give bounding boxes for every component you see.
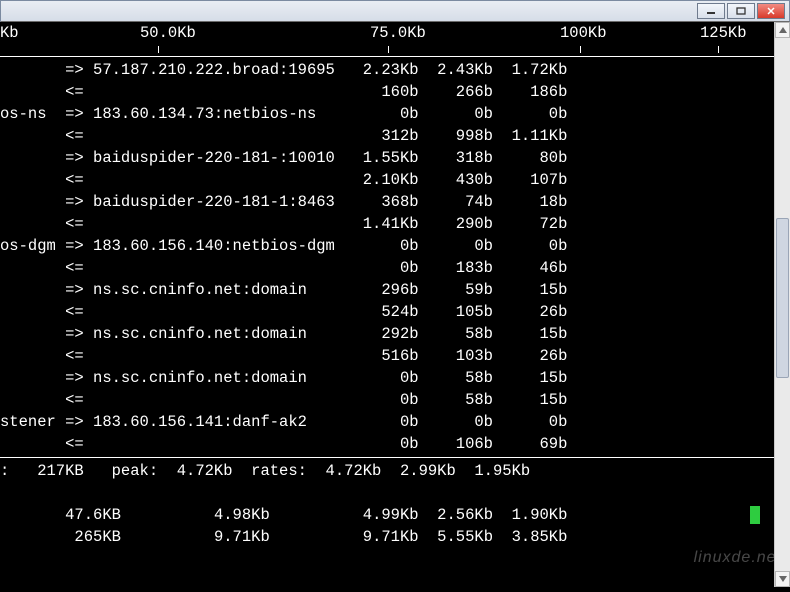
- connection-row-out: => ns.sc.cninfo.net:domain 292b 58b 15b: [0, 323, 790, 345]
- connection-row-in: <= 2.10Kb 430b 107b: [0, 169, 790, 191]
- connection-row-out: => baiduspider-220-181-1:8463 368b 74b 1…: [0, 191, 790, 213]
- maximize-button[interactable]: [727, 3, 755, 19]
- connection-row-out: os-ns => 183.60.134.73:netbios-ns 0b 0b …: [0, 103, 790, 125]
- divider: [0, 56, 790, 57]
- scale-label: 75.0Kb: [370, 24, 426, 42]
- connection-row-in: <= 160b 266b 186b: [0, 81, 790, 103]
- connection-list: => 57.187.210.222.broad:19695 2.23Kb 2.4…: [0, 59, 790, 455]
- connection-row-out: => ns.sc.cninfo.net:domain 296b 59b 15b: [0, 279, 790, 301]
- connection-row-out: => 57.187.210.222.broad:19695 2.23Kb 2.4…: [0, 59, 790, 81]
- scale-label: 125Kb: [700, 24, 747, 42]
- connection-row-in: <= 516b 103b 26b: [0, 345, 790, 367]
- window-titlebar: [0, 0, 790, 22]
- summary-row: 47.6KB 4.98Kb 4.99Kb 2.56Kb 1.90Kb: [0, 482, 790, 504]
- divider: [0, 457, 790, 458]
- connection-row-out: os-dgm => 183.60.156.140:netbios-dgm 0b …: [0, 235, 790, 257]
- minimize-button[interactable]: [697, 3, 725, 19]
- connection-row-in: <= 312b 998b 1.11Kb: [0, 125, 790, 147]
- scroll-up-button[interactable]: [775, 22, 790, 38]
- scale-ticks: [0, 46, 790, 54]
- scrollbar-thumb[interactable]: [776, 218, 789, 378]
- connection-row-out: stener => 183.60.156.141:danf-ak2 0b 0b …: [0, 411, 790, 433]
- close-button[interactable]: [757, 3, 785, 19]
- connection-row-in: <= 0b 106b 69b: [0, 433, 790, 455]
- terminal-output: Kb 50.0Kb 75.0Kb 100Kb 125Kb => 57.187.2…: [0, 22, 790, 587]
- scale-label: 100Kb: [560, 24, 607, 42]
- connection-row-in: <= 0b 183b 46b: [0, 257, 790, 279]
- bandwidth-scale: Kb 50.0Kb 75.0Kb 100Kb 125Kb: [0, 24, 790, 46]
- scroll-down-button[interactable]: [775, 571, 790, 587]
- connection-row-out: => ns.sc.cninfo.net:domain 0b 58b 15b: [0, 367, 790, 389]
- terminal-cursor: [750, 506, 760, 524]
- connection-row-in: <= 524b 105b 26b: [0, 301, 790, 323]
- scale-label: Kb: [0, 24, 19, 42]
- connection-row-in: <= 0b 58b 15b: [0, 389, 790, 411]
- summary-row: 265KB 9.71Kb 9.71Kb 5.55Kb 3.85Kb: [0, 504, 790, 526]
- vertical-scrollbar[interactable]: [774, 22, 790, 587]
- connection-row-in: <= 1.41Kb 290b 72b: [0, 213, 790, 235]
- summary-row: : 217KB peak: 4.72Kb rates: 4.72Kb 2.99K…: [0, 460, 790, 482]
- scrollbar-track[interactable]: [775, 38, 790, 571]
- connection-row-out: => baiduspider-220-181-:10010 1.55Kb 318…: [0, 147, 790, 169]
- scale-label: 50.0Kb: [140, 24, 196, 42]
- watermark: linuxde.net: [694, 549, 782, 567]
